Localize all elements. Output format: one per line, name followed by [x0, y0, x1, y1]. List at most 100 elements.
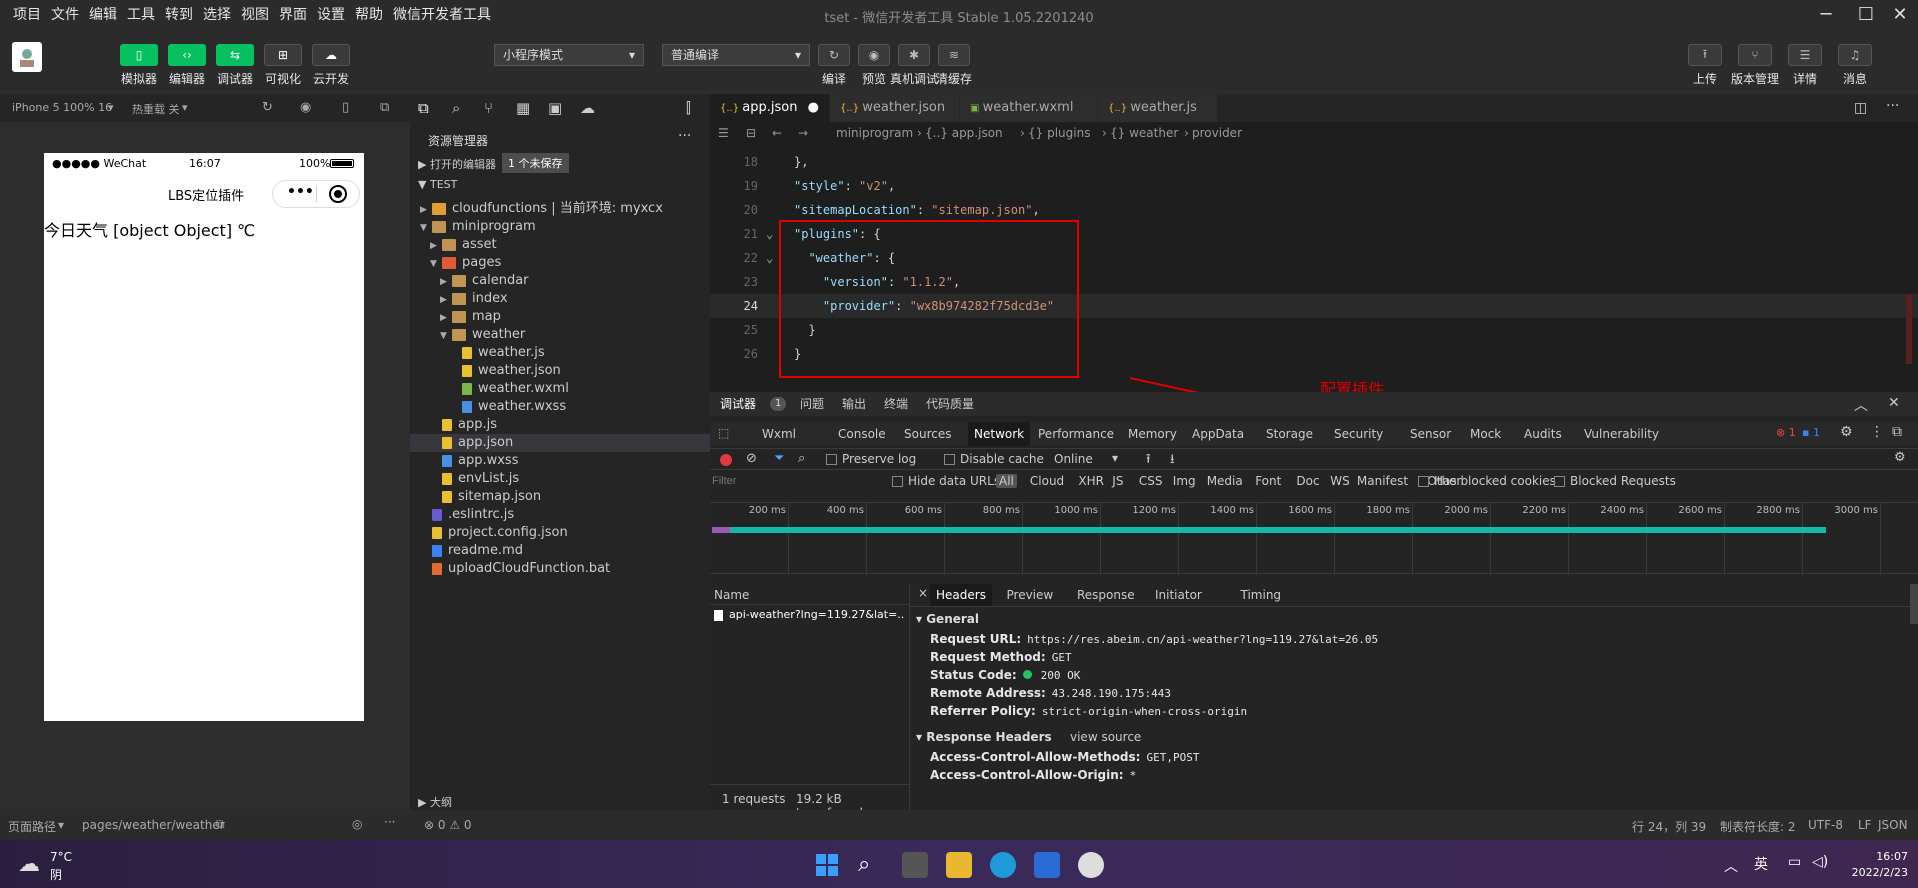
panel-tab-security[interactable]: Security — [1328, 422, 1389, 446]
page-path-label[interactable]: 页面路径 — [8, 818, 56, 835]
breadcrumb-item[interactable]: provider — [1192, 122, 1242, 144]
tree-item[interactable]: uploadCloudFunction.bat — [410, 560, 710, 578]
detail-tab[interactable]: Headers — [930, 584, 992, 606]
clock-time[interactable]: 16:07 — [1848, 850, 1908, 863]
open-editors-header[interactable]: ▶ 打开的编辑器 — [418, 156, 496, 172]
response-headers-toggle[interactable]: ▾ Response Headers — [916, 730, 1052, 744]
panel-tab-console[interactable]: Console — [832, 422, 892, 446]
editor-tab[interactable]: {..} app.json ● — [710, 94, 830, 122]
detail-tab[interactable]: Preview — [1001, 584, 1060, 606]
tree-item[interactable]: .eslintrc.js — [410, 506, 710, 524]
action-button-2[interactable]: ✱ — [898, 44, 930, 66]
dock-icon[interactable]: ⧉ — [1892, 424, 1902, 440]
panel-tab-memory[interactable]: Memory — [1122, 422, 1183, 446]
close-capsule-icon[interactable] — [329, 185, 347, 203]
edge-icon[interactable] — [990, 852, 1016, 878]
collapse-icon[interactable]: ︿ — [1854, 395, 1868, 415]
tree-item[interactable]: sitemap.json — [410, 488, 710, 506]
close-devtools-icon[interactable]: ✕ — [1888, 395, 1900, 411]
fold-chevron-icon[interactable]: ⌄ — [766, 222, 773, 246]
capsule-menu[interactable]: ••• — [272, 180, 360, 208]
phone-icon[interactable]: ▯ — [342, 100, 349, 115]
tab-size[interactable]: 制表符长度: 2 — [1720, 818, 1796, 835]
disable-cache-checkbox[interactable] — [944, 454, 955, 465]
toolbar-toggle-0[interactable]: ▯ — [120, 44, 158, 66]
request-row[interactable]: api-weather?lng=119.27&lat=... — [714, 608, 904, 626]
toolbar-toggle-2[interactable]: ⇆ — [216, 44, 254, 66]
error-count[interactable]: ⊗ 1 — [1776, 426, 1796, 439]
tree-item[interactable]: readme.md — [410, 542, 710, 560]
network-icon[interactable]: ▭ — [1788, 854, 1801, 870]
type-filter[interactable]: WS — [1330, 474, 1349, 488]
fold-chevron-icon[interactable]: ⌄ — [766, 246, 773, 270]
toolbar-toggle-4[interactable]: ☁ — [312, 44, 350, 66]
tree-item[interactable]: app.wxss — [410, 452, 710, 470]
panel-tab-sensor[interactable]: Sensor — [1404, 422, 1457, 446]
type-filter[interactable]: Manifest — [1357, 474, 1408, 488]
name-column-header[interactable]: Name — [714, 588, 749, 602]
bookmark-icon[interactable]: ⊟ — [746, 122, 756, 144]
right-action-0[interactable]: ⭱ — [1688, 44, 1722, 66]
root-folder-header[interactable]: ▼ TEST — [418, 178, 457, 191]
right-action-3[interactable]: ♫ — [1838, 44, 1872, 66]
tree-item[interactable]: weather.wxss — [410, 398, 710, 416]
devtools-top-tab[interactable]: 终端 — [884, 392, 908, 416]
panel-tab-appdata[interactable]: AppData — [1186, 422, 1250, 446]
tree-item[interactable]: ▼ weather — [410, 326, 710, 344]
tray-chevron-icon[interactable]: ︿ — [1724, 856, 1738, 876]
editor-tab[interactable]: {..} weather.json — [830, 94, 960, 122]
type-filter[interactable]: Cloud — [1030, 474, 1064, 488]
toolbar-toggle-1[interactable]: ‹› — [168, 44, 206, 66]
close-details-icon[interactable]: × — [918, 586, 928, 600]
tree-item[interactable]: ▼ pages — [410, 254, 710, 272]
panel-tab-wxml[interactable]: Wxml — [756, 422, 802, 446]
extensions-icon[interactable]: ▣ — [548, 99, 562, 117]
cursor-position[interactable]: 行 24，列 39 — [1632, 818, 1706, 835]
panel-tab-mock[interactable]: Mock — [1464, 422, 1507, 446]
eye-icon[interactable]: ◎ — [352, 817, 362, 831]
view-source-link[interactable]: view source — [1070, 730, 1141, 744]
devtools-top-tab[interactable]: 问题 — [800, 392, 824, 416]
hot-reload-toggle[interactable]: 热重载 关 — [132, 101, 180, 117]
close-button[interactable]: ✕ — [1880, 0, 1918, 30]
filter-icon[interactable]: ⏷ — [774, 451, 784, 466]
action-button-0[interactable]: ↻ — [818, 44, 850, 66]
list-icon[interactable]: ☰ — [718, 122, 729, 144]
detail-tab[interactable]: Initiator — [1149, 584, 1208, 606]
tree-item[interactable]: weather.wxml — [410, 380, 710, 398]
editor-tab[interactable]: {..} weather.js — [1098, 94, 1218, 122]
breadcrumb-item[interactable]: miniprogram — [836, 122, 913, 144]
tree-item[interactable]: ▶ index — [410, 290, 710, 308]
panel-tab-performance[interactable]: Performance — [1032, 422, 1120, 446]
tree-item[interactable]: ▼ miniprogram — [410, 218, 710, 236]
tree-item[interactable]: ▶ map — [410, 308, 710, 326]
panel-tab-audits[interactable]: Audits — [1518, 422, 1568, 446]
right-action-2[interactable]: ☰ — [1788, 44, 1822, 66]
devtools-top-tab[interactable]: 调试器 — [720, 392, 756, 416]
right-action-1[interactable]: ⑂ — [1738, 44, 1772, 66]
general-section-toggle[interactable]: ▾ General — [916, 612, 979, 626]
inspect-icon[interactable]: ⬚ — [718, 426, 729, 440]
type-filter[interactable]: Media — [1207, 474, 1243, 488]
toolbar-toggle-3[interactable]: ⊞ — [264, 44, 302, 66]
weather-widget-icon[interactable]: ☁ — [18, 852, 40, 877]
clear-icon[interactable]: ⊘ — [746, 451, 757, 466]
tree-item[interactable]: app.js — [410, 416, 710, 434]
tree-item[interactable]: app.json — [410, 434, 710, 452]
debug-icon[interactable]: ▦ — [516, 99, 530, 117]
ime-indicator[interactable]: 英 — [1754, 854, 1768, 874]
wechat-devtools-icon[interactable] — [1078, 852, 1104, 878]
files-icon[interactable]: ⧉ — [418, 99, 429, 117]
minimize-button[interactable]: ─ — [1806, 0, 1846, 30]
clock-date[interactable]: 2022/2/23 — [1836, 866, 1908, 879]
devtools-top-tab[interactable]: 代码质量 — [926, 392, 974, 416]
panel-tab-network[interactable]: Network — [968, 422, 1031, 446]
panel-tab-sources[interactable]: Sources — [898, 422, 957, 446]
editor-scrollbar[interactable] — [1906, 294, 1912, 364]
mode-select[interactable]: 小程序模式 ▾ — [494, 44, 644, 66]
stop-icon[interactable]: ◉ — [300, 100, 311, 115]
editor-more-icon[interactable]: ··· — [1886, 98, 1899, 114]
panel-tab-vulnerability[interactable]: Vulnerability — [1578, 422, 1665, 446]
type-filter[interactable]: Doc — [1296, 474, 1319, 488]
more-icon[interactable]: ••• — [287, 184, 314, 200]
